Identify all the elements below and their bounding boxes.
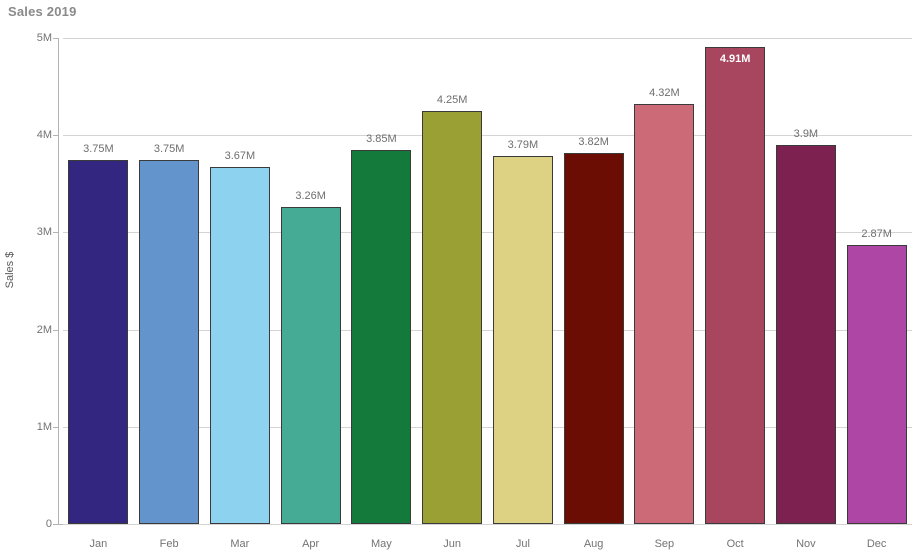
- bar-value-label: 3.85M: [366, 132, 397, 145]
- bar-value-label: 3.26M: [295, 190, 326, 203]
- bar-value-label: 3.82M: [578, 135, 609, 148]
- bar[interactable]: [280, 207, 341, 524]
- plot-area: 0 1M 2M 3M 4M 5M 3.75M 3.75M 3.67M 3.26M 3.85M 4.2…: [37, 32, 912, 550]
- y-tick-mark: [53, 232, 58, 234]
- bar[interactable]: [68, 159, 129, 524]
- bar[interactable]: [705, 46, 766, 524]
- bar[interactable]: [634, 104, 695, 524]
- bar[interactable]: [351, 149, 412, 524]
- x-tick-label: Jul: [515, 538, 530, 550]
- gridline: [63, 524, 912, 525]
- y-tick-label: 0: [45, 518, 52, 530]
- x-tick-label: Feb: [159, 538, 179, 550]
- x-tick-label: Sep: [654, 538, 675, 550]
- bar-value-label: 4.91M: [719, 52, 751, 65]
- bar[interactable]: [846, 245, 907, 524]
- page-title: Sales 2019: [8, 4, 77, 19]
- x-tick-label: Apr: [302, 538, 320, 550]
- x-tick-label: Jun: [443, 538, 461, 550]
- y-tick-label: 2M: [36, 323, 52, 336]
- bar-value-label: 3.75M: [83, 142, 114, 155]
- chart-container: Sales 2019 Sales $ 0 1M 2M 3M 4M 5M 3.75M 3.75…: [0, 0, 922, 555]
- y-tick-mark: [53, 329, 58, 331]
- bar-value-label: 4.32M: [649, 87, 680, 100]
- x-tick-label: Jan: [89, 538, 108, 550]
- y-tick-mark: [53, 135, 58, 137]
- x-tick-label: Mar: [230, 538, 250, 550]
- bar[interactable]: [422, 110, 483, 524]
- x-tick-label: May: [370, 538, 392, 550]
- y-tick-mark: [53, 38, 58, 39]
- bar[interactable]: [209, 167, 270, 524]
- y-axis-line: [58, 38, 59, 524]
- y-axis-title: Sales $: [0, 0, 18, 555]
- bar[interactable]: [775, 144, 836, 524]
- bar-value-label: 4.25M: [436, 93, 468, 106]
- bar[interactable]: [563, 152, 624, 524]
- y-tick-label: 5M: [36, 32, 52, 44]
- y-tick-mark: [53, 524, 58, 525]
- x-tick-label: Oct: [726, 538, 744, 550]
- bar-value-label: 3.79M: [507, 138, 539, 151]
- bar[interactable]: [139, 159, 200, 524]
- y-axis-title-label: Sales $: [4, 251, 16, 289]
- y-tick-mark: [53, 426, 58, 428]
- bar-value-label: 2.87M: [861, 228, 892, 241]
- x-tick-label: Nov: [796, 538, 816, 550]
- bar-value-label: 3.75M: [153, 142, 185, 155]
- y-tick-label: 1M: [36, 420, 52, 433]
- bar-value-label: 3.67M: [224, 150, 256, 163]
- bar[interactable]: [492, 155, 553, 524]
- gridline: [63, 38, 912, 39]
- x-tick-label: Dec: [866, 538, 887, 550]
- y-tick-label: 4M: [36, 129, 52, 142]
- x-tick-label: Aug: [583, 538, 604, 550]
- y-tick-label: 3M: [36, 226, 52, 239]
- bar-value-label: 3.9M: [793, 127, 819, 140]
